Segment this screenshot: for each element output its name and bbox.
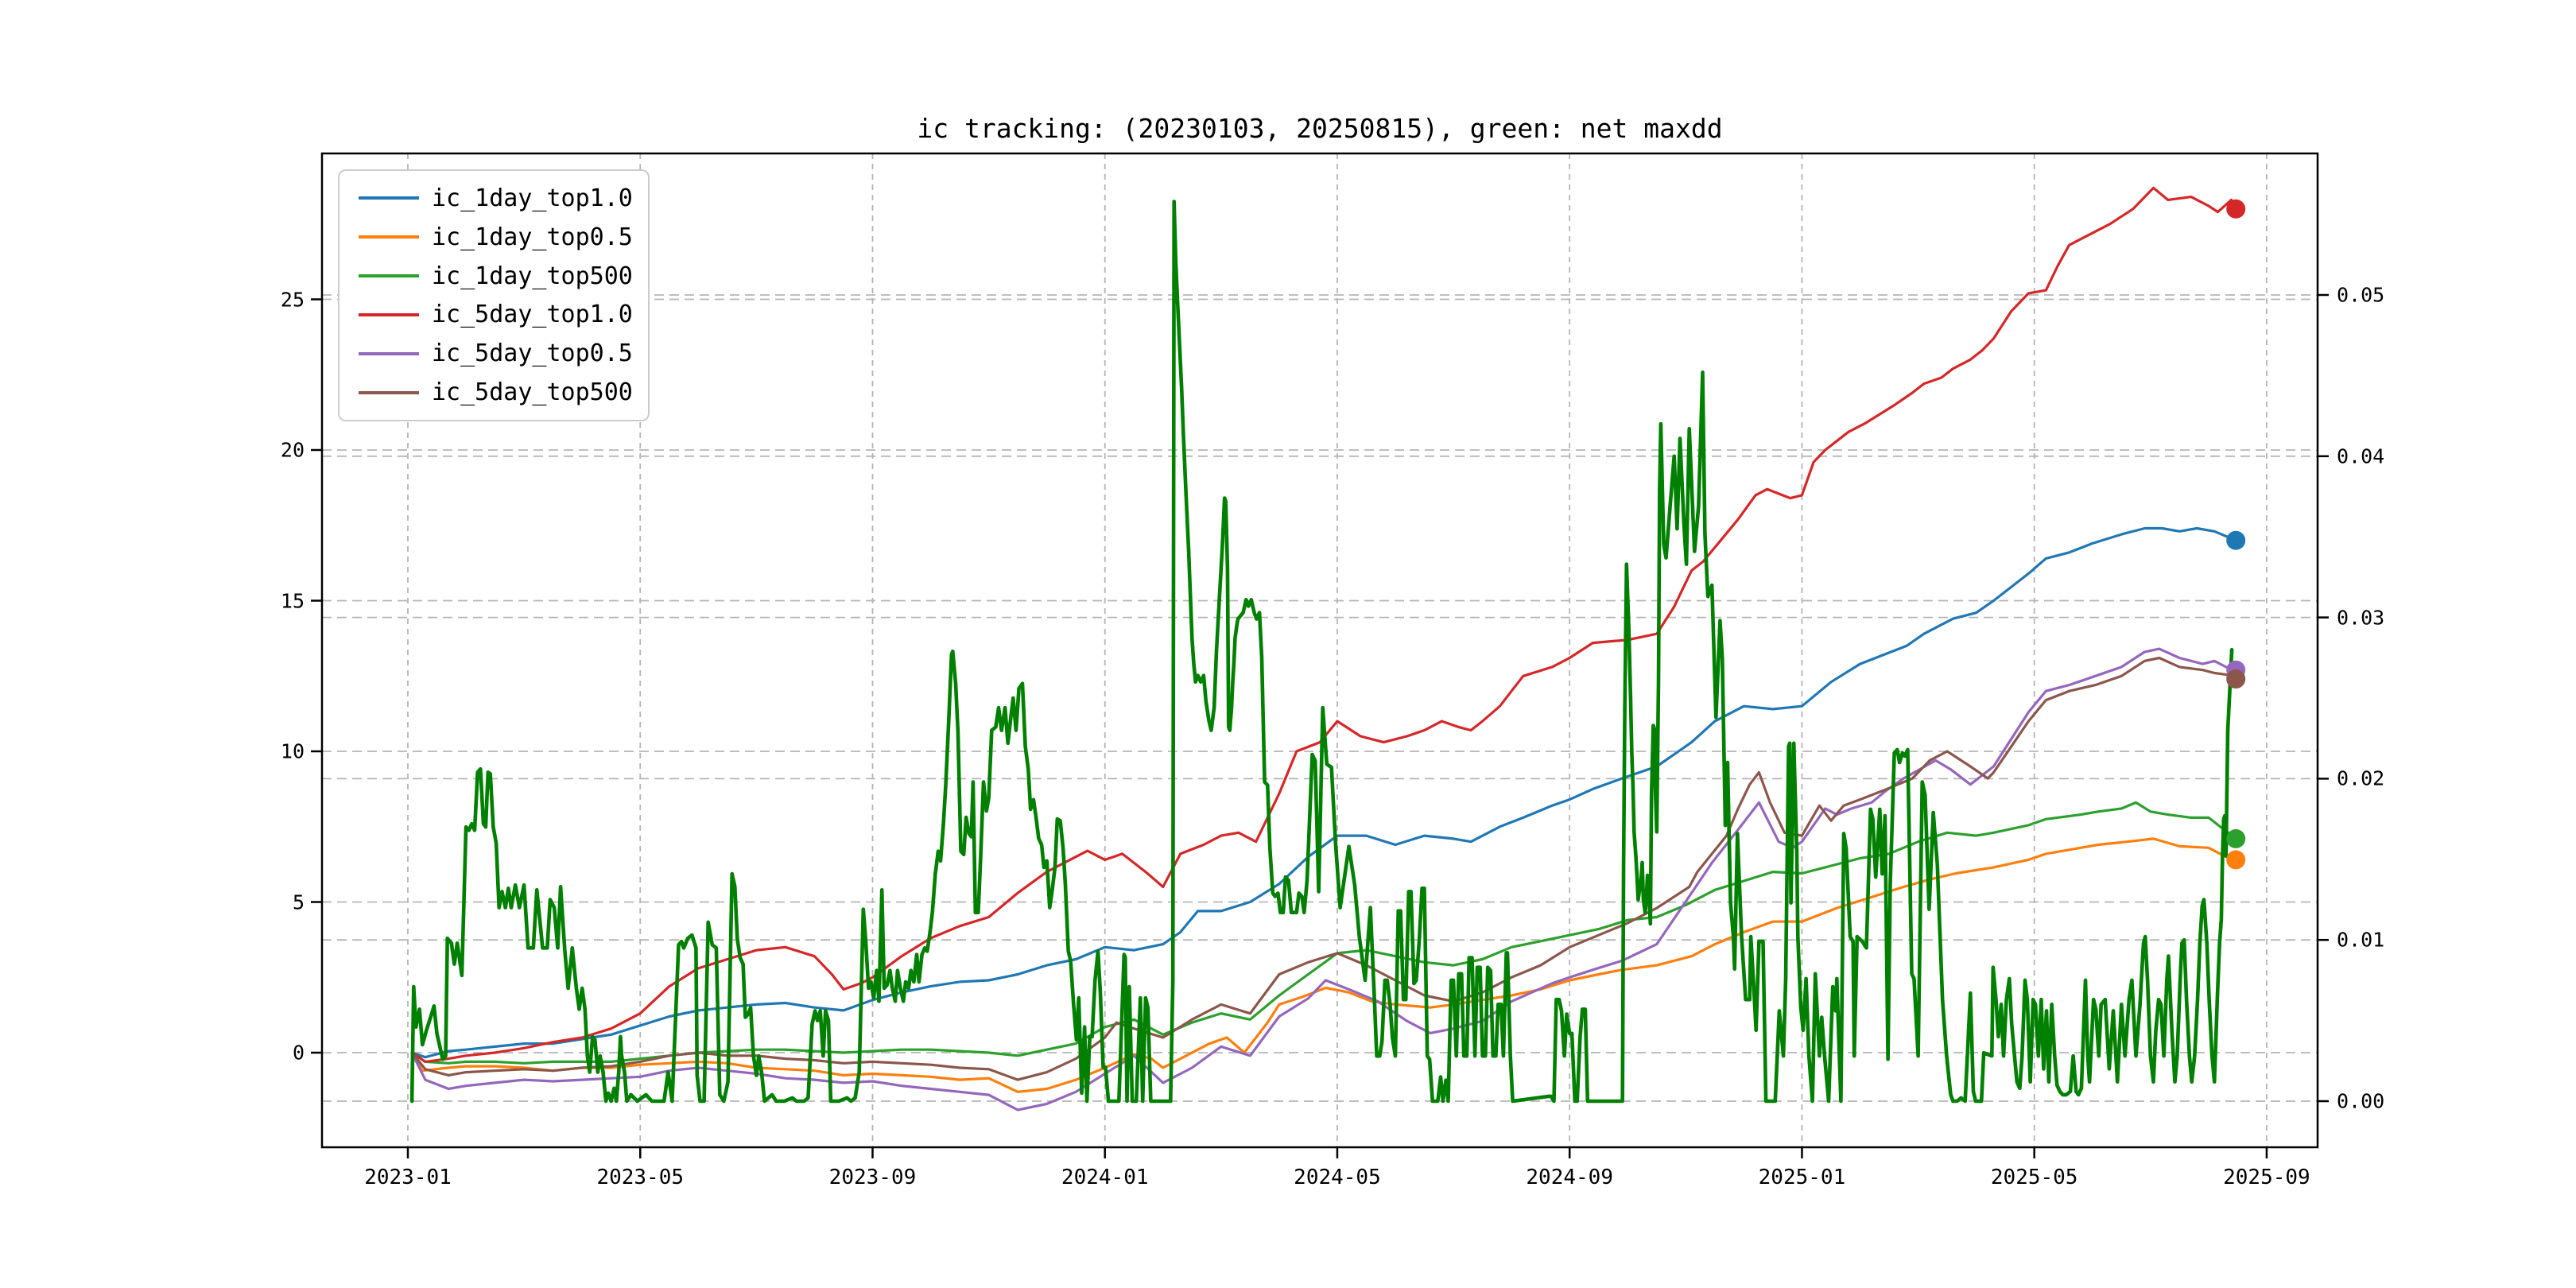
legend-swatch <box>359 313 419 316</box>
legend-item: ic_5day_top0.5 <box>339 339 648 367</box>
legend-label: ic_5day_top1.0 <box>432 301 633 328</box>
legend-swatch <box>359 352 419 355</box>
y-tick-label-right: 0.03 <box>2337 606 2384 629</box>
x-tick-label: 2025-09 <box>2223 1166 2310 1189</box>
series-path-ic_1day_top1.0 <box>412 529 2236 1057</box>
series-path-ic_1day_top500 <box>412 802 2236 1063</box>
y-tick-label-right: 0.05 <box>2337 284 2384 307</box>
legend-label: ic_1day_top500 <box>432 262 633 290</box>
legend-item: ic_1day_top500 <box>339 262 648 290</box>
series-path-net_maxdd <box>412 201 2232 1101</box>
legend-label: ic_5day_top0.5 <box>432 339 633 367</box>
end-marker-ic_5day_top1.0 <box>2226 200 2245 219</box>
y-tick-label-right: 0.02 <box>2337 767 2384 790</box>
legend: ic_1day_top1.0 ic_1day_top0.5 ic_1day_top5… <box>338 169 650 421</box>
legend-item: ic_1day_top1.0 <box>339 184 648 212</box>
legend-swatch <box>359 196 419 200</box>
x-tick-label: 2024-05 <box>1294 1166 1381 1189</box>
x-tick-label: 2024-01 <box>1061 1166 1149 1189</box>
end-marker-ic_1day_top1.0 <box>2226 531 2245 550</box>
legend-swatch <box>359 274 419 277</box>
y-tick-label-right: 0.04 <box>2337 444 2384 467</box>
x-tick-label: 2023-05 <box>596 1166 684 1189</box>
end-marker-ic_1day_top500 <box>2226 829 2245 848</box>
legend-label: ic_1day_top1.0 <box>432 184 633 212</box>
y-tick-label-right: 0.00 <box>2337 1090 2384 1113</box>
x-tick-label: 2023-01 <box>364 1166 452 1189</box>
series-path-ic_5day_top1.0 <box>412 188 2236 1061</box>
y-tick-label-right: 0.01 <box>2337 929 2384 952</box>
x-tick-label: 2025-05 <box>1991 1166 2078 1189</box>
x-tick-label: 2023-09 <box>829 1166 917 1189</box>
y-tick-label-left: 15 <box>281 589 305 612</box>
end-marker-ic_5day_top500 <box>2226 669 2245 689</box>
legend-swatch <box>359 235 419 239</box>
y-tick-label-left: 0 <box>293 1042 305 1065</box>
end-marker-ic_1day_top0.5 <box>2226 850 2245 869</box>
x-tick-label: 2025-01 <box>1759 1166 1846 1189</box>
x-tick-label: 2024-09 <box>1526 1166 1613 1189</box>
legend-label: ic_5day_top500 <box>432 378 633 406</box>
legend-item: ic_5day_top500 <box>339 378 648 406</box>
chart-title: ic tracking: (20230103, 20250815), green… <box>322 113 2318 144</box>
legend-item: ic_1day_top0.5 <box>339 223 648 251</box>
legend-label: ic_1day_top0.5 <box>432 223 633 251</box>
legend-swatch <box>359 391 419 394</box>
y-tick-label-left: 20 <box>281 439 305 462</box>
figure: ic tracking: (20230103, 20250815), green… <box>0 0 2576 1288</box>
legend-item: ic_5day_top1.0 <box>339 301 648 328</box>
y-tick-label-left: 5 <box>293 890 305 914</box>
y-tick-label-left: 25 <box>281 288 305 311</box>
y-tick-label-left: 10 <box>281 740 305 763</box>
